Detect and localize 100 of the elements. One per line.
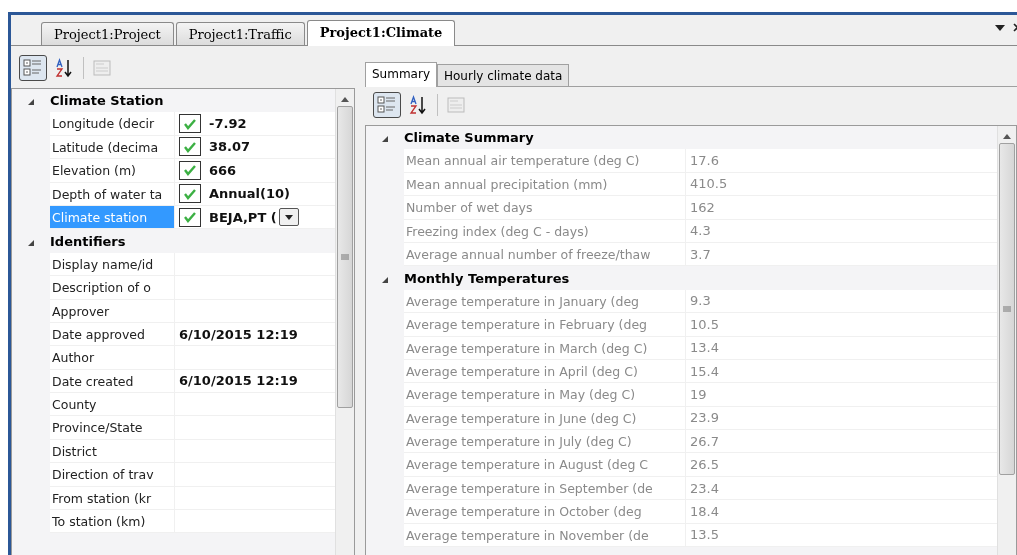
value-cell[interactable] — [175, 439, 335, 464]
value-cell[interactable]: -7.92 — [175, 112, 335, 136]
property-label[interactable]: Average temperature in January (deg — [404, 289, 686, 314]
property-label[interactable]: District — [50, 439, 175, 464]
value-cell[interactable] — [175, 463, 335, 487]
checkbox[interactable] — [179, 114, 201, 134]
value-cell[interactable] — [175, 393, 335, 417]
document-tab[interactable]: Project1:Project — [41, 22, 174, 45]
value-cell[interactable]: 38.07 — [175, 135, 335, 160]
dropdown-button[interactable] — [278, 208, 299, 227]
property-label[interactable]: Depth of water ta — [50, 182, 175, 206]
scroll-thumb[interactable] — [999, 143, 1015, 475]
category-title: Climate Summary — [404, 130, 534, 146]
property-label[interactable]: Average temperature in August (deg C — [404, 453, 686, 477]
property-value: BEJA,PT ( — [209, 209, 277, 225]
value-cell[interactable]: 10.5 — [686, 313, 997, 337]
value-cell[interactable]: 666 — [175, 159, 335, 183]
property-label[interactable]: Climate station — [50, 205, 175, 230]
value-cell[interactable]: 9.3 — [686, 289, 997, 314]
check-icon — [183, 164, 197, 177]
property-label[interactable]: Mean annual precipitation (mm) — [404, 172, 686, 197]
value-cell[interactable]: 26.7 — [686, 430, 997, 454]
property-label[interactable]: Author — [50, 346, 175, 370]
value-cell[interactable]: 13.5 — [686, 523, 997, 548]
scroll-thumb[interactable] — [337, 106, 353, 408]
property-label[interactable]: Average temperature in November (de — [404, 523, 686, 548]
value-cell[interactable] — [175, 416, 335, 440]
tab[interactable]: Hourly climate data — [437, 64, 570, 86]
categorized-view-button[interactable] — [373, 92, 401, 118]
check-icon — [183, 211, 197, 224]
value-cell[interactable]: 6/10/2015 12:19 — [175, 369, 335, 394]
collapse-icon[interactable] — [381, 275, 389, 284]
value-cell[interactable]: 410.5 — [686, 172, 997, 197]
value-cell[interactable] — [175, 276, 335, 300]
property-label[interactable]: Latitude (decima — [50, 135, 175, 160]
property-value: 4.3 — [690, 223, 711, 239]
property-label[interactable]: Average temperature in April (deg C) — [404, 359, 686, 384]
property-label[interactable]: Approver — [50, 299, 175, 323]
property-label[interactable]: County — [50, 393, 175, 417]
scroll-up-icon[interactable] — [341, 96, 349, 102]
value-cell[interactable]: 15.4 — [686, 359, 997, 384]
property-label[interactable]: Average temperature in October (deg — [404, 500, 686, 524]
value-cell[interactable]: 6/10/2015 12:19 — [175, 322, 335, 347]
tab[interactable]: Summary — [365, 62, 437, 87]
property-label[interactable]: Average temperature in May (deg C) — [404, 383, 686, 407]
checkbox[interactable] — [179, 160, 201, 180]
value-cell[interactable]: 19 — [686, 383, 997, 407]
collapse-icon[interactable] — [27, 238, 35, 247]
value-cell[interactable]: 17.6 — [686, 149, 997, 173]
document-tab[interactable]: Project1:Climate — [306, 20, 456, 46]
value-cell[interactable]: 23.4 — [686, 476, 997, 501]
property-value: 17.6 — [690, 153, 719, 169]
property-label[interactable]: Number of wet days — [404, 196, 686, 220]
value-cell[interactable]: 3.7 — [686, 242, 997, 267]
scroll-up-icon[interactable] — [1003, 133, 1011, 139]
categorized-view-button[interactable] — [19, 55, 47, 81]
checkbox[interactable] — [179, 207, 201, 227]
dropdown-icon[interactable] — [995, 24, 1005, 31]
property-label[interactable]: Longitude (decir — [50, 112, 175, 136]
value-cell[interactable]: 26.5 — [686, 453, 997, 477]
value-cell[interactable] — [175, 252, 335, 277]
value-cell[interactable]: 18.4 — [686, 500, 997, 524]
document-tab[interactable]: Project1:Traffic — [175, 22, 305, 45]
property-label[interactable]: Date created — [50, 369, 175, 394]
property-label[interactable]: To station (km) — [50, 510, 175, 534]
property-label[interactable]: Province/State — [50, 416, 175, 440]
collapse-icon[interactable] — [27, 98, 35, 107]
property-label[interactable]: Average temperature in June (deg C) — [404, 406, 686, 431]
value-cell[interactable] — [175, 346, 335, 370]
property-label[interactable]: Average temperature in September (de — [404, 476, 686, 501]
property-label[interactable]: Description of o — [50, 276, 175, 300]
property-label[interactable]: Freezing index (deg C - days) — [404, 219, 686, 243]
property-label[interactable]: Average annual number of freeze/thaw — [404, 242, 686, 267]
scrollbar[interactable] — [997, 126, 1016, 555]
value-cell[interactable]: BEJA,PT ( — [175, 205, 335, 230]
property-label[interactable]: Average temperature in February (deg — [404, 313, 686, 337]
check-icon — [183, 117, 197, 130]
property-label[interactable]: Date approved — [50, 322, 175, 347]
checkbox[interactable] — [179, 184, 201, 204]
value-cell[interactable]: 23.9 — [686, 406, 997, 431]
property-label[interactable]: Average temperature in July (deg C) — [404, 430, 686, 454]
property-label[interactable]: Average temperature in March (deg C) — [404, 336, 686, 360]
property-label[interactable]: Display name/id — [50, 252, 175, 277]
value-cell[interactable] — [175, 299, 335, 323]
value-cell[interactable]: Annual(10) — [175, 182, 335, 206]
value-cell[interactable] — [175, 486, 335, 511]
property-label[interactable]: From station (kr — [50, 486, 175, 511]
property-value: 9.3 — [690, 293, 711, 309]
collapse-icon[interactable] — [381, 135, 389, 144]
value-cell[interactable]: 162 — [686, 196, 997, 220]
value-cell[interactable] — [175, 510, 335, 534]
checkbox[interactable] — [179, 137, 201, 157]
property-label[interactable]: Elevation (m) — [50, 159, 175, 183]
property-value: 15.4 — [690, 363, 719, 379]
property-label[interactable]: Direction of trav — [50, 463, 175, 487]
property-value: 18.4 — [690, 503, 719, 519]
value-cell[interactable]: 13.4 — [686, 336, 997, 360]
value-cell[interactable]: 4.3 — [686, 219, 997, 243]
scrollbar[interactable] — [335, 89, 354, 555]
property-label[interactable]: Mean annual air temperature (deg C) — [404, 149, 686, 173]
